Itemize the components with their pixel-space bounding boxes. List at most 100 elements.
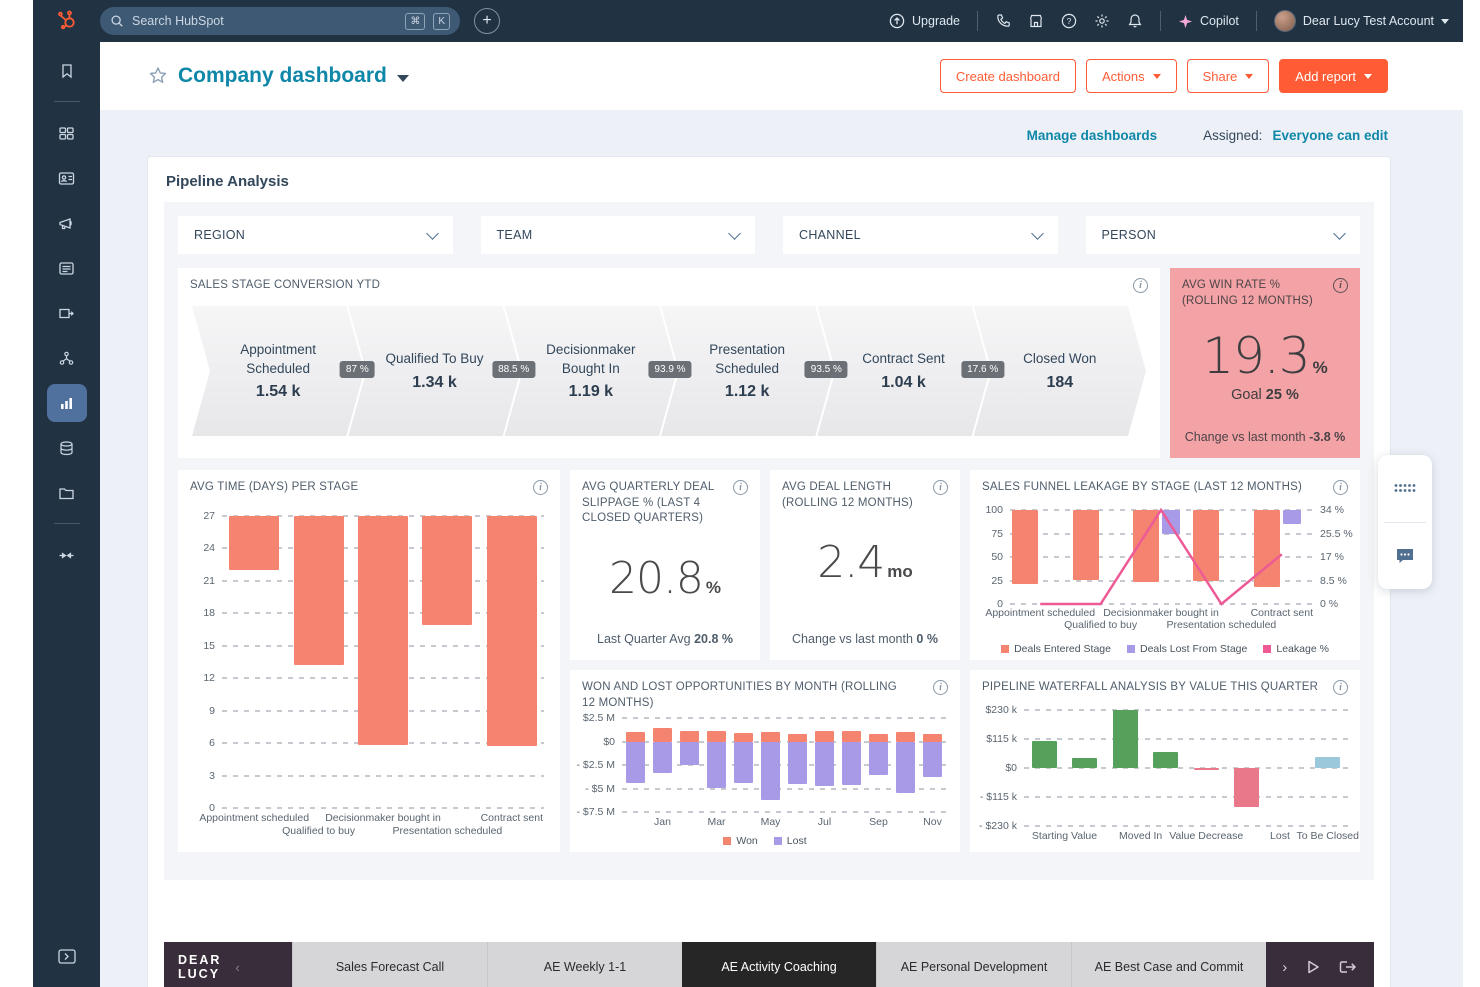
title-caret-icon[interactable]	[397, 75, 409, 82]
info-icon[interactable]: i	[533, 480, 548, 495]
upgrade-button[interactable]: Upgrade	[889, 13, 960, 29]
stage-value: 1.19 k	[569, 383, 613, 401]
bar-lost	[788, 742, 807, 784]
settings-gear-icon[interactable]	[1094, 13, 1110, 29]
commerce-box-arrow-icon	[58, 305, 75, 322]
info-icon[interactable]: i	[1133, 278, 1148, 293]
filter-region[interactable]: REGION	[178, 216, 453, 254]
stage-value: 1.12 k	[725, 383, 769, 401]
sidebar-item-marketing[interactable]	[47, 204, 87, 242]
sidebar-item-crm[interactable]	[47, 159, 87, 197]
ytick: 6	[209, 737, 215, 749]
sidebar-item-collapse[interactable]	[47, 536, 87, 574]
ytick: 100	[985, 504, 1003, 516]
tab-ae-personal-development[interactable]: AE Personal Development	[876, 942, 1071, 987]
shortcut-k-key: K	[433, 13, 450, 30]
sales-stage-conversion-widget: SALES STAGE CONVERSION YTD i Appointment…	[178, 268, 1160, 458]
share-button[interactable]: Share	[1187, 59, 1270, 93]
tab-sales-forecast-call[interactable]: Sales Forecast Call	[292, 942, 487, 987]
sidebar-item-automations[interactable]	[47, 339, 87, 377]
expand-panel-icon	[58, 949, 76, 964]
ytick: $0	[1005, 762, 1017, 774]
ytick: - $230 k	[979, 820, 1017, 832]
actions-button[interactable]: Actions	[1086, 59, 1177, 93]
x-axis-label: Appointment scheduled	[199, 812, 309, 824]
sidebar-item-commerce[interactable]	[47, 294, 87, 332]
win-rate-change: Change vs last month -3.8 %	[1170, 430, 1360, 458]
info-icon[interactable]: i	[1333, 680, 1348, 695]
bar-won	[842, 731, 861, 741]
comment-button[interactable]	[1378, 523, 1432, 590]
sidebar-item-reporting[interactable]	[47, 384, 87, 422]
assigned-value-link[interactable]: Everyone can edit	[1272, 128, 1388, 143]
account-menu[interactable]: Dear Lucy Test Account	[1274, 10, 1449, 32]
x-axis-label: Qualified to buy	[282, 825, 355, 837]
waterfall-bar	[1234, 768, 1259, 807]
chevron-down-icon	[728, 227, 741, 240]
sidebar-item-library[interactable]	[47, 474, 87, 512]
next-chevron-icon[interactable]: ›	[1282, 959, 1287, 976]
leakage-line	[1010, 510, 1312, 604]
waterfall-bar	[1153, 752, 1178, 768]
filter-team[interactable]: TEAM	[481, 216, 756, 254]
deal-length-footer: Change vs last month 0 %	[770, 632, 960, 660]
filter-person[interactable]: PERSON	[1086, 216, 1361, 254]
floating-side-widget	[1378, 455, 1432, 589]
bar-won	[653, 728, 672, 741]
sidebar-item-data[interactable]	[47, 429, 87, 467]
copilot-sparkle-icon	[1178, 14, 1193, 29]
manage-row: Manage dashboards Assigned: Everyone can…	[100, 110, 1463, 157]
leakage-plot: 02550751000 %8.5 %17 %25.5 %34 %Appointm…	[1010, 510, 1312, 604]
funnel: Appointment Scheduled1.54 kQualified To …	[192, 306, 1146, 436]
gridline	[1024, 796, 1348, 798]
ytick: 15	[203, 640, 215, 652]
dots-grid-button[interactable]	[1378, 455, 1432, 522]
sidebar-expand-button[interactable]	[47, 937, 87, 975]
prev-chevron-icon[interactable]: ‹	[235, 960, 239, 975]
create-new-button[interactable]: +	[474, 8, 500, 34]
bar-won	[626, 732, 645, 741]
search-input[interactable]	[132, 14, 397, 28]
left-sidebar	[33, 42, 100, 987]
sidebar-divider	[54, 523, 80, 524]
filter-channel[interactable]: CHANNEL	[783, 216, 1058, 254]
info-icon[interactable]: i	[1333, 480, 1348, 495]
tab-ae-weekly-1-1[interactable]: AE Weekly 1-1	[487, 942, 682, 987]
caret-down-icon	[1364, 74, 1372, 79]
tab-ae-activity-coaching[interactable]: AE Activity Coaching	[682, 942, 876, 987]
play-icon[interactable]	[1304, 958, 1322, 976]
info-icon[interactable]: i	[933, 480, 948, 495]
widget-title: AVG DEAL LENGTH (ROLLING 12 MONTHS)	[782, 480, 925, 511]
manage-dashboards-link[interactable]: Manage dashboards	[1027, 128, 1158, 143]
add-report-button[interactable]: Add report	[1279, 59, 1388, 93]
info-icon[interactable]: i	[1333, 278, 1348, 293]
topbar-actions: Upgrade ? Copilot Dear Lucy Test Account	[889, 10, 1463, 32]
tab-ae-best-case-and-commit[interactable]: AE Best Case and Commit	[1071, 942, 1266, 987]
notifications-bell-icon[interactable]	[1127, 13, 1143, 29]
content-document-icon	[58, 260, 75, 277]
bar	[229, 516, 279, 570]
gridline	[1024, 738, 1348, 740]
legend-swatch	[774, 837, 782, 845]
favorite-star-icon[interactable]	[148, 66, 168, 86]
sidebar-item-content[interactable]	[47, 249, 87, 287]
global-search[interactable]: ⌘ K	[100, 7, 460, 35]
legend-item: Leakage %	[1263, 643, 1329, 655]
help-icon[interactable]: ?	[1061, 13, 1077, 29]
create-dashboard-button[interactable]: Create dashboard	[940, 59, 1076, 93]
info-icon[interactable]: i	[933, 680, 948, 695]
present-exit-icon[interactable]	[1338, 958, 1358, 976]
bar-lost	[869, 742, 888, 776]
sidebar-item-workspaces[interactable]	[47, 114, 87, 152]
sidebar-item-bookmarks[interactable]	[47, 52, 87, 90]
marketplace-icon[interactable]	[1028, 13, 1044, 29]
copilot-button[interactable]: Copilot	[1178, 14, 1239, 29]
calls-icon[interactable]	[995, 13, 1011, 29]
info-icon[interactable]: i	[733, 480, 748, 495]
sidebar-divider	[54, 101, 80, 102]
waterfall-plot: $230 k$115 k$0- $115 k- $230 kStarting V…	[1024, 710, 1348, 826]
x-axis-label: Sep	[869, 816, 888, 828]
x-axis-label: Jul	[818, 816, 831, 828]
rtick: 34 %	[1320, 504, 1344, 516]
hubspot-logo[interactable]	[33, 10, 100, 32]
